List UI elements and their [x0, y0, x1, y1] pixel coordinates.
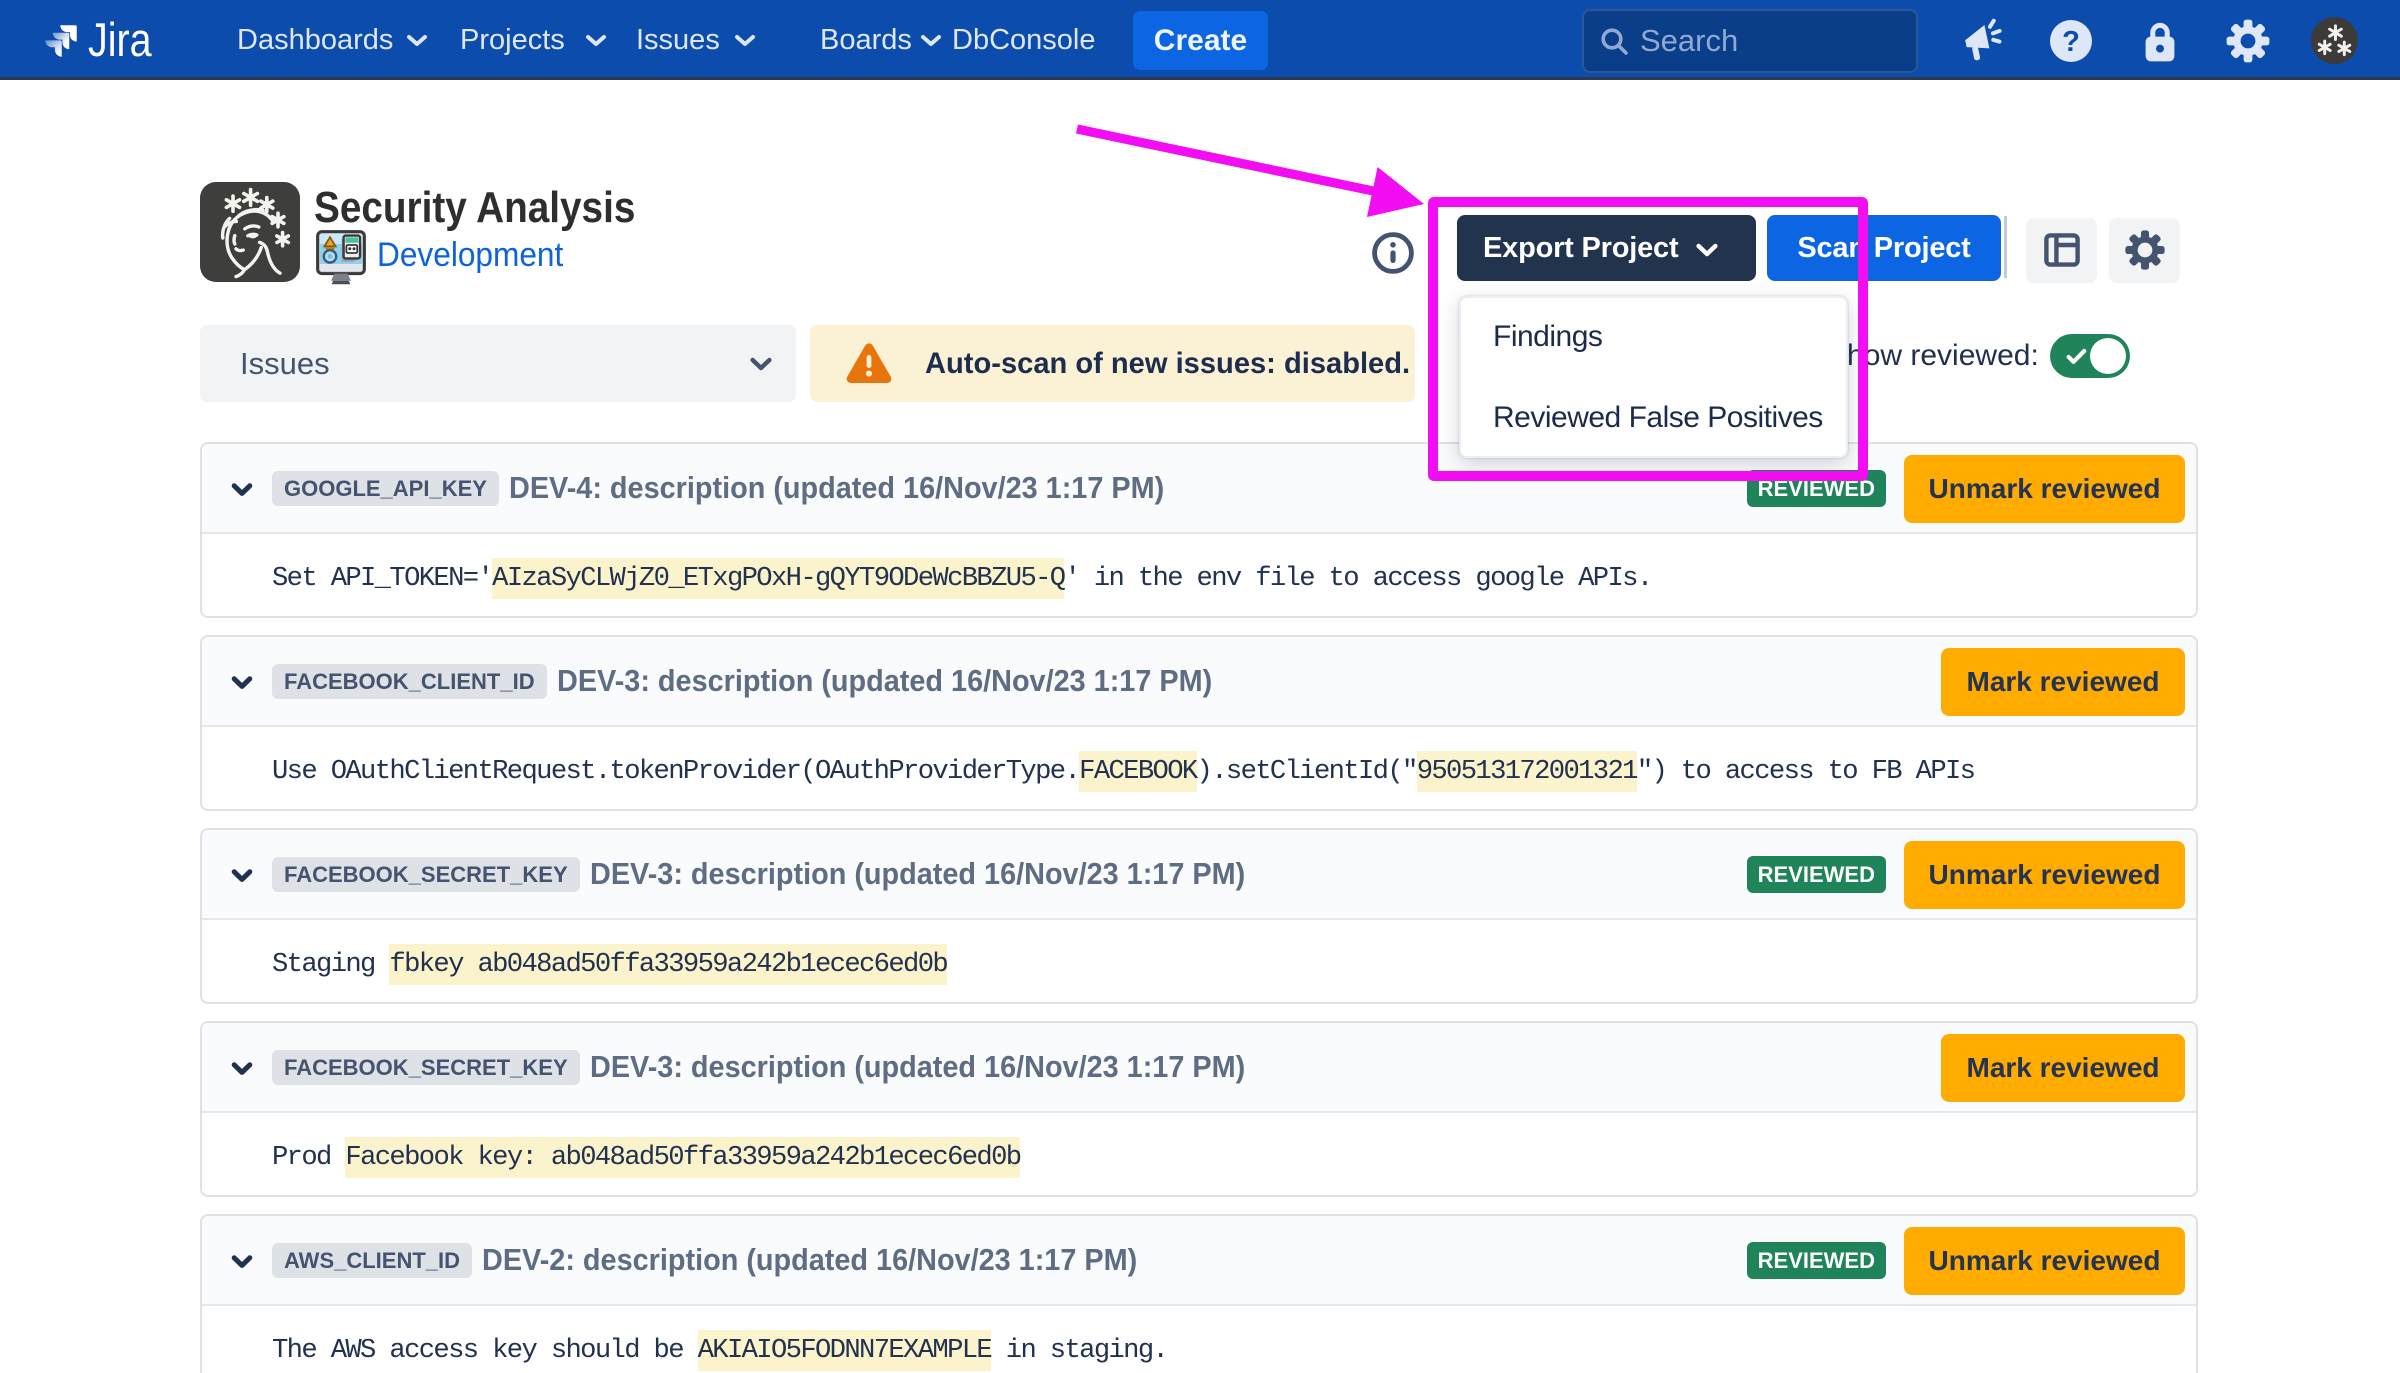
svg-text:?: ? [2062, 26, 2080, 58]
